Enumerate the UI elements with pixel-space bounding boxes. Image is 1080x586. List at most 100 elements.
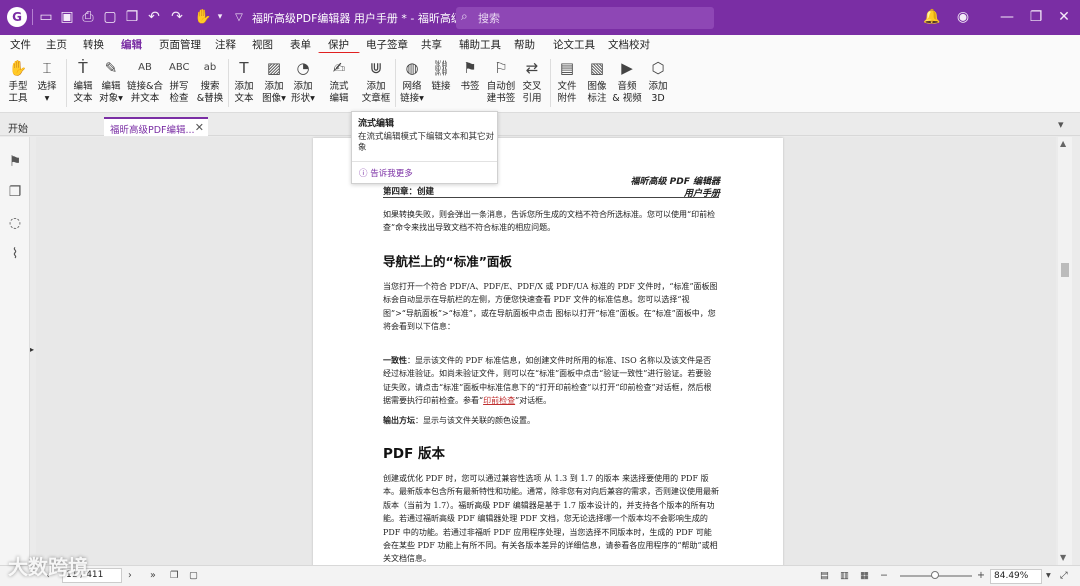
copy-icon[interactable]: ❐ bbox=[121, 7, 143, 27]
select-cursor-icon: ⌶ bbox=[42, 59, 52, 77]
section-heading: 导航栏上的“标准”面板 bbox=[383, 254, 512, 269]
fullscreen-icon[interactable]: ⤢ bbox=[1060, 570, 1068, 581]
bookmark-panel-icon[interactable]: ⚑ bbox=[6, 153, 24, 171]
preflight-link[interactable]: 印前检查 bbox=[483, 396, 515, 405]
tab-start[interactable]: 开始 bbox=[8, 120, 28, 135]
vertical-scrollbar[interactable]: ▲ ▼ bbox=[1058, 137, 1072, 565]
cross-reference-button[interactable]: ⇄ 交叉 引用 bbox=[515, 56, 549, 110]
add-textbox-button[interactable]: ⋓ 添加 文章框 bbox=[358, 56, 394, 110]
tab-list-dropdown-icon[interactable]: ▾ bbox=[1058, 118, 1064, 131]
link-merge-text-button[interactable]: AB 链接&合 并文本 bbox=[127, 56, 163, 110]
edit-text-icon: Ṫ bbox=[78, 59, 88, 77]
document-tab-bar: 开始 福昕高级PDF编辑... ✕ ▾ bbox=[0, 116, 1080, 136]
print-icon[interactable]: ⎙ bbox=[77, 7, 99, 27]
menu-convert[interactable]: 转换 bbox=[83, 37, 104, 52]
auto-bookmark-icon: ⚐ bbox=[494, 59, 508, 77]
paragraph: 当您打开一个符合 PDF/A、PDF/E、PDF/X 或 PDF/UA 标准的 … bbox=[383, 282, 718, 332]
zoom-level-input[interactable]: 84.49% bbox=[990, 569, 1042, 584]
divider bbox=[352, 161, 497, 162]
link-icon: ⛓ bbox=[431, 59, 451, 77]
header-rule bbox=[383, 197, 719, 198]
select-button[interactable]: ⌶ 选择 ▾ bbox=[30, 56, 64, 110]
tell-me-more-link[interactable]: ⓘ 告诉我更多 bbox=[359, 167, 413, 179]
tooltip-description: 在流式编辑模式下编辑文本和其它对象 bbox=[358, 132, 495, 153]
add-3d-button[interactable]: ⬡ 添加 3D bbox=[641, 56, 675, 110]
single-page-view-icon[interactable]: ▤ bbox=[820, 570, 829, 581]
menu-proofread[interactable]: 文档校对 bbox=[608, 37, 650, 52]
redo-icon[interactable]: ↷ bbox=[166, 7, 188, 27]
page-copy-icon[interactable]: ❐ bbox=[170, 570, 179, 581]
menu-share[interactable]: 共享 bbox=[421, 37, 442, 52]
menu-bar: 文件 主页 转换 编辑 页面管理 注释 视图 表单 保护 电子签章 共享 辅助工… bbox=[0, 35, 1080, 55]
attachments-panel-icon[interactable]: ⌇ bbox=[6, 245, 24, 263]
add-text-button[interactable]: T 添加 文本 bbox=[227, 56, 261, 110]
menu-form[interactable]: 表单 bbox=[290, 37, 311, 52]
file-attachment-button[interactable]: ▤ 文件 附件 bbox=[550, 56, 584, 110]
scroll-up-icon[interactable]: ▲ bbox=[1060, 139, 1066, 148]
notification-bell-icon[interactable]: 🔔 bbox=[921, 7, 943, 27]
add-shape-button[interactable]: ◔ 添加 形状▾ bbox=[286, 56, 320, 110]
section-heading: PDF 版本 bbox=[383, 446, 446, 462]
scrollbar-thumb[interactable] bbox=[1061, 263, 1069, 277]
zoom-slider-handle[interactable] bbox=[931, 571, 939, 579]
audio-video-button[interactable]: ▶ 音频 & 视频 bbox=[610, 56, 644, 110]
pages-panel-icon[interactable]: ❐ bbox=[6, 183, 24, 201]
new-document-icon[interactable]: ▢ bbox=[99, 7, 121, 27]
menu-accessibility[interactable]: 辅助工具 bbox=[459, 37, 501, 52]
menu-thesis-tools[interactable]: 论文工具 bbox=[553, 37, 595, 52]
paragraph: 创建或优化 PDF 时，您可以通过兼容性选项 从 1.3 到 1.7 的版本 来… bbox=[383, 474, 719, 564]
cube-icon: ⬡ bbox=[651, 59, 665, 77]
paragraph: 一致性：显示该文件的 PDF 标准信息，如创建文件时所用的标准、ISO 名称以及… bbox=[383, 355, 712, 406]
zoom-out-icon[interactable]: − bbox=[880, 570, 888, 581]
help-icon: ⓘ bbox=[359, 169, 368, 179]
navigation-sidebar: ⚑ ❐ ◌ ⌇ bbox=[0, 137, 30, 565]
image-annotation-button[interactable]: ▧ 图像 标注 bbox=[580, 56, 614, 110]
document-page[interactable]: 福昕高级 PDF 编辑器 用户手册 第四章：创建 如果转换失败，则会弹出一条消息… bbox=[313, 138, 783, 568]
two-page-view-icon[interactable]: ▦ bbox=[860, 570, 869, 581]
search-box[interactable]: ⌕ 搜索 bbox=[456, 7, 714, 29]
page-view-icon[interactable]: ▢ bbox=[189, 570, 198, 581]
flow-edit-icon: ✍ bbox=[332, 59, 346, 77]
image-icon: ▨ bbox=[266, 59, 282, 77]
customize-quick-access-icon[interactable]: ▽ bbox=[228, 7, 250, 27]
scroll-down-icon[interactable]: ▼ bbox=[1060, 553, 1066, 562]
minimize-icon[interactable]: — bbox=[996, 7, 1018, 27]
title-bar: G ▭ ▣ ⎙ ▢ ❐ ↶ ↷ ✋ ▾ ▽ 福昕高级PDF编辑器 用户手册 * … bbox=[0, 0, 1080, 35]
menu-comment[interactable]: 注释 bbox=[215, 37, 236, 52]
menu-e-signature[interactable]: 电子签章 bbox=[366, 37, 408, 52]
open-folder-icon[interactable]: ▭ bbox=[35, 7, 57, 27]
tab-document[interactable]: 福昕高级PDF编辑... ✕ bbox=[104, 117, 208, 136]
edit-object-button[interactable]: ✎ 编辑 对象▾ bbox=[94, 56, 128, 110]
flow-edit-tooltip: 流式编辑 在流式编辑模式下编辑文本和其它对象 ⓘ 告诉我更多 bbox=[351, 111, 498, 184]
paragraph: 如果转换失败，则会弹出一条消息，告诉您所生成的文档不符合所选标准。您可以使用“印… bbox=[383, 210, 716, 233]
text-icon: T bbox=[239, 59, 249, 77]
restore-icon[interactable]: ❐ bbox=[1025, 7, 1047, 27]
search-placeholder: 搜索 bbox=[478, 12, 500, 25]
close-tab-icon[interactable]: ✕ bbox=[195, 121, 204, 134]
menu-file[interactable]: 文件 bbox=[10, 37, 31, 52]
hand-icon: ✋ bbox=[8, 59, 28, 77]
expand-panel-icon[interactable]: ▸ bbox=[30, 345, 34, 354]
spell-check-button[interactable]: ABC 拼写 检查 bbox=[162, 56, 196, 110]
bookmark-icon: ⚑ bbox=[463, 59, 477, 77]
menu-home[interactable]: 主页 bbox=[46, 37, 67, 52]
globe-icon: ◍ bbox=[405, 59, 419, 77]
zoom-dropdown-icon[interactable]: ▾ bbox=[1046, 570, 1051, 581]
continuous-view-icon[interactable]: ▥ bbox=[840, 570, 849, 581]
find-replace-button[interactable]: ab 搜索 &替换 bbox=[193, 56, 227, 110]
menu-view[interactable]: 视图 bbox=[252, 37, 273, 52]
menu-page-management[interactable]: 页面管理 bbox=[159, 37, 201, 52]
user-account-icon[interactable]: ◉ bbox=[952, 7, 974, 27]
undo-icon[interactable]: ↶ bbox=[143, 7, 165, 27]
zoom-in-icon[interactable]: + bbox=[977, 570, 985, 581]
ribbon-toolbar: ✋ 手型 工具 ⌶ 选择 ▾ Ṫ 编辑 文本 ✎ 编辑 对象▾ AB 链接&合 并文本 A… bbox=[0, 53, 1080, 113]
next-page-icon[interactable]: › bbox=[128, 570, 132, 581]
tooltip-title: 流式编辑 bbox=[358, 119, 395, 129]
flow-edit-button[interactable]: ✍ 流式 编辑 bbox=[322, 56, 356, 110]
comments-panel-icon[interactable]: ◌ bbox=[6, 214, 24, 232]
last-page-icon[interactable]: » bbox=[150, 570, 156, 581]
menu-protect[interactable]: 保护 bbox=[328, 37, 349, 52]
save-icon[interactable]: ▣ bbox=[56, 7, 78, 27]
close-icon[interactable]: ✕ bbox=[1053, 7, 1075, 27]
menu-help[interactable]: 帮助 bbox=[514, 37, 535, 52]
